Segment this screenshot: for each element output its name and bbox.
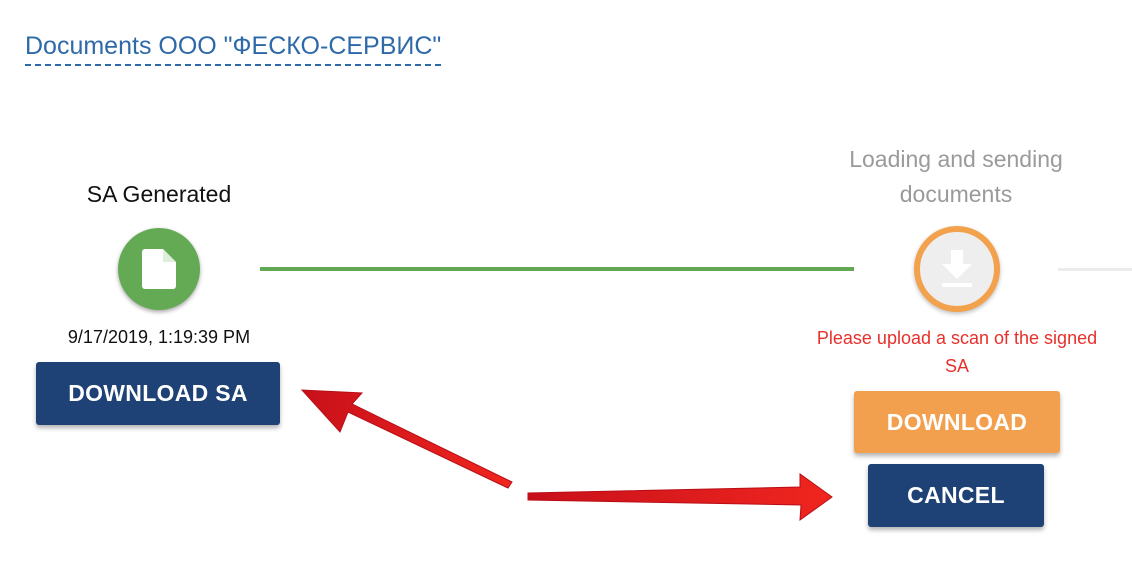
step-timestamp: 9/17/2019, 1:19:39 PM: [67, 327, 251, 347]
step-connector-completed: [260, 267, 854, 271]
download-icon: [942, 250, 972, 287]
cancel-button[interactable]: CANCEL: [868, 464, 1044, 527]
document-icon: [142, 249, 176, 289]
upload-notice: Please upload a scan of the signed SA: [816, 328, 1098, 376]
step-indicator-loading-sending[interactable]: [914, 226, 1000, 312]
page-title-link[interactable]: Documents ООО "ФЕСКО-СЕРВИС": [25, 30, 442, 66]
step-title-loading-sending: Loading and sending documents: [849, 146, 1063, 207]
arrow-to-cancel: [527, 473, 833, 522]
page: Documents ООО "ФЕСКО-СЕРВИС" SA Generate…: [0, 0, 1132, 584]
step-indicator-sa-generated: [118, 228, 200, 310]
download-sa-button[interactable]: DOWNLOAD SA: [36, 362, 280, 425]
step-title-sa-generated: SA Generated: [86, 181, 232, 207]
step-connector-pending: [1058, 268, 1132, 271]
download-button[interactable]: DOWNLOAD: [854, 391, 1060, 453]
arrow-to-download-sa: [300, 389, 513, 489]
